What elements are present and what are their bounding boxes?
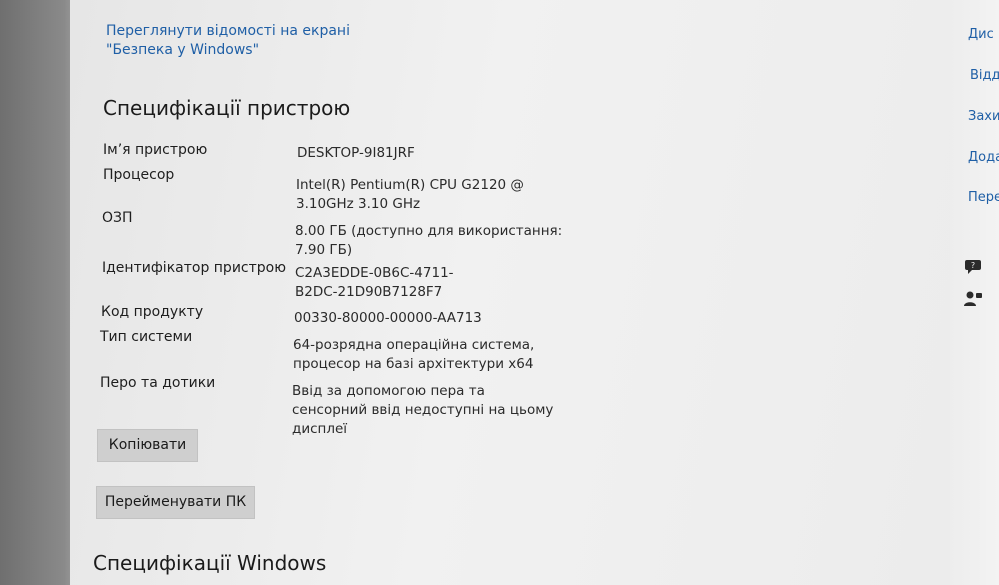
copy-button[interactable]: Копіювати	[97, 429, 198, 462]
spec-label-system-type: Тип системи	[100, 329, 193, 345]
related-link-1[interactable]: Дис	[968, 27, 994, 42]
related-link-3[interactable]: Захи	[968, 109, 999, 124]
spec-value-device-id: C2A3EDDE-0B6C-4711-B2DC-21D90B7128F7	[295, 265, 454, 300]
spec-value-product-id: 00330-80000-00000-AA713	[294, 310, 482, 326]
spec-value-device-name: DESKTOP-9I81JRF	[297, 145, 415, 161]
security-link[interactable]: Переглянути відомості на екрані "Безпека…	[106, 22, 416, 60]
spec-label-device-id: Ідентифікатор пристрою	[102, 260, 287, 276]
related-link-4[interactable]: Дода	[968, 150, 999, 165]
related-link-5[interactable]: Пере	[968, 190, 999, 205]
spec-label-ram: ОЗП	[102, 210, 133, 226]
help-icon[interactable]: ?	[964, 258, 984, 276]
related-link-2[interactable]: Відд	[970, 68, 999, 83]
spec-label-processor: Процесор	[103, 167, 175, 183]
spec-label-device-name: Ім’я пристрою	[103, 142, 208, 158]
spec-value-processor: Intel(R) Pentium(R) CPU G2120 @ 3.10GHz …	[296, 177, 524, 212]
device-specs-title: Специфікації пристрою	[103, 96, 351, 120]
spec-label-pen-touch: Перо та дотики	[100, 375, 216, 391]
rename-pc-button[interactable]: Перейменувати ПК	[96, 486, 255, 519]
spec-value-system-type: 64-розрядна операційна система, процесор…	[293, 337, 535, 372]
spec-value-ram: 8.00 ГБ (доступно для використання: 7.90…	[295, 223, 563, 258]
windows-specs-title: Специфікації Windows	[93, 551, 327, 575]
spec-value-pen-touch: Ввід за допомогою пера та сенсорний ввід…	[292, 383, 554, 437]
feedback-icon[interactable]	[964, 290, 984, 308]
spec-label-product-id: Код продукту	[101, 304, 204, 320]
svg-text:?: ?	[971, 261, 975, 270]
